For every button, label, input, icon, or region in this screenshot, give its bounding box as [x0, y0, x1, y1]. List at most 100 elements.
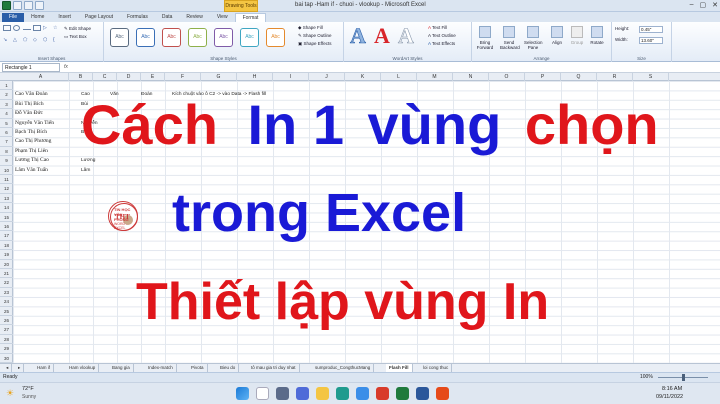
row-header[interactable]: 13: [0, 194, 13, 204]
widgets-icon[interactable]: [296, 387, 309, 400]
row-header[interactable]: 4: [0, 109, 13, 119]
row-header[interactable]: 21: [0, 269, 13, 279]
minimize-button[interactable]: –: [690, 1, 694, 9]
text-outline-button[interactable]: A Text Outline: [428, 32, 456, 40]
row-header[interactable]: 19: [0, 250, 13, 260]
sheet-tab[interactable]: Index-match: [145, 364, 177, 372]
cell-a[interactable]: Bùi Thị Bích: [15, 100, 44, 109]
column-header-q[interactable]: Q: [561, 73, 597, 81]
search-icon[interactable]: [256, 387, 269, 400]
shape-style-swatch[interactable]: Abc: [266, 28, 285, 47]
row-header[interactable]: 2: [0, 90, 13, 100]
cell-a[interactable]: Lương Thị Cao: [15, 156, 49, 165]
row-header[interactable]: 12: [0, 184, 13, 194]
row-header[interactable]: 15: [0, 213, 13, 222]
shape-effects-button[interactable]: ▣ Shape Effects: [298, 40, 331, 48]
row-header[interactable]: 24: [0, 297, 13, 307]
redo-icon[interactable]: [35, 1, 44, 10]
column-header-d[interactable]: D: [117, 73, 141, 81]
height-input[interactable]: 0.45": [639, 26, 663, 33]
column-header-p[interactable]: P: [525, 73, 561, 81]
column-header-n[interactable]: N: [453, 73, 489, 81]
shape-gallery[interactable]: ▷ ☆ ↘ △ ⬠ ◇ ⬡{: [3, 25, 61, 47]
wordart-style-blue[interactable]: A: [350, 23, 366, 48]
tab-view[interactable]: View: [210, 13, 235, 22]
row-header[interactable]: 27: [0, 325, 13, 335]
sheet-tab[interactable]: Flash Fill: [386, 364, 413, 372]
wordart-style-outline[interactable]: A: [398, 23, 414, 48]
cell-a[interactable]: Đỗ Văn Đức: [15, 109, 43, 118]
chrome-icon[interactable]: [436, 387, 449, 400]
column-header-j[interactable]: J: [309, 73, 345, 81]
start-button-icon[interactable]: [236, 387, 249, 400]
office-icon[interactable]: [376, 387, 389, 400]
row-header[interactable]: 10: [0, 166, 13, 175]
tab-page-layout[interactable]: Page Layout: [78, 13, 120, 22]
shape-outline-button[interactable]: ✎ Shape Outline: [298, 32, 332, 40]
cell-a[interactable]: Nguyễn Văn Tiến: [15, 119, 54, 128]
sheet-tab[interactable]: Bieu do: [217, 364, 240, 372]
maximize-button[interactable]: ▢: [700, 1, 707, 9]
shape-fill-button[interactable]: ◆ Shape Fill: [298, 24, 323, 32]
sheet-tab[interactable]: loi cong thuc: [420, 364, 453, 372]
column-header-h[interactable]: H: [237, 73, 273, 81]
edit-shape-button[interactable]: ✎ Edit Shape: [64, 25, 91, 33]
cell-b[interactable]: Lương: [81, 156, 95, 165]
column-header-b[interactable]: B: [69, 73, 93, 81]
row-header[interactable]: 5: [0, 119, 13, 128]
zoom-level[interactable]: 100%: [640, 374, 653, 380]
column-header-f[interactable]: F: [165, 73, 201, 81]
column-header-c[interactable]: C: [93, 73, 117, 81]
weather-temp[interactable]: 72°F: [22, 386, 34, 392]
sheet-tab[interactable]: Ham vlookup: [66, 364, 100, 372]
row-header[interactable]: 8: [0, 147, 13, 157]
align-button[interactable]: Align: [548, 26, 566, 52]
column-header-a[interactable]: A: [13, 73, 69, 81]
tab-format[interactable]: Format: [234, 13, 267, 22]
sheet-tab[interactable]: Bang gia: [109, 364, 134, 372]
column-header-i[interactable]: I: [273, 73, 309, 81]
row-header[interactable]: 11: [0, 175, 13, 185]
row-header[interactable]: 28: [0, 335, 13, 345]
shape-style-swatch[interactable]: Abc: [110, 28, 129, 47]
store-icon[interactable]: [356, 387, 369, 400]
tab-insert[interactable]: Insert: [51, 13, 78, 22]
clock-date[interactable]: 09/11/2022: [656, 394, 683, 400]
row-header[interactable]: 30: [0, 354, 13, 363]
sheet-tab[interactable]: tô mau gia tri duy nhat: [248, 364, 300, 372]
column-header-r[interactable]: R: [597, 73, 633, 81]
row-header[interactable]: 7: [0, 137, 13, 147]
row-header[interactable]: 23: [0, 288, 13, 298]
cell-a[interactable]: Lâm Văn Tuấn: [15, 166, 48, 175]
sheet-scroll-right-icon[interactable]: ▸: [15, 364, 25, 372]
wordart-style-red[interactable]: A: [374, 24, 390, 48]
send-backward-button[interactable]: Send Backward: [500, 26, 520, 52]
zoom-slider-thumb[interactable]: [682, 374, 685, 381]
row-header[interactable]: 18: [0, 241, 13, 251]
sheet-tab[interactable]: Pivota: [188, 364, 208, 372]
name-box[interactable]: Rectangle 1: [2, 63, 60, 72]
row-header[interactable]: 9: [0, 156, 13, 166]
column-header-o[interactable]: O: [489, 73, 525, 81]
undo-icon[interactable]: [24, 1, 33, 10]
clock-time[interactable]: 8:16 AM: [662, 386, 682, 392]
tab-file[interactable]: File: [2, 13, 25, 22]
sheet-tab[interactable]: sumproduc_CongthucMang: [312, 364, 375, 372]
tab-formulas[interactable]: Formulas: [120, 13, 155, 22]
rotate-button[interactable]: Rotate: [588, 26, 606, 52]
row-header[interactable]: 25: [0, 307, 13, 316]
cell-a[interactable]: Cao Thị Phương: [15, 137, 51, 146]
column-header-l[interactable]: L: [381, 73, 417, 81]
save-icon[interactable]: [13, 1, 22, 10]
width-input[interactable]: 13.60": [639, 37, 663, 44]
edge-icon[interactable]: [336, 387, 349, 400]
cell-b[interactable]: Lâm: [81, 166, 90, 175]
row-header[interactable]: 26: [0, 316, 13, 326]
column-header-g[interactable]: G: [201, 73, 237, 81]
shape-style-swatch[interactable]: Abc: [162, 28, 181, 47]
shape-style-swatch[interactable]: Abc: [214, 28, 233, 47]
text-effects-button[interactable]: A Text Effects: [428, 40, 455, 48]
row-header[interactable]: 3: [0, 100, 13, 110]
tab-data[interactable]: Data: [155, 13, 180, 22]
fx-icon[interactable]: fx: [64, 64, 68, 70]
